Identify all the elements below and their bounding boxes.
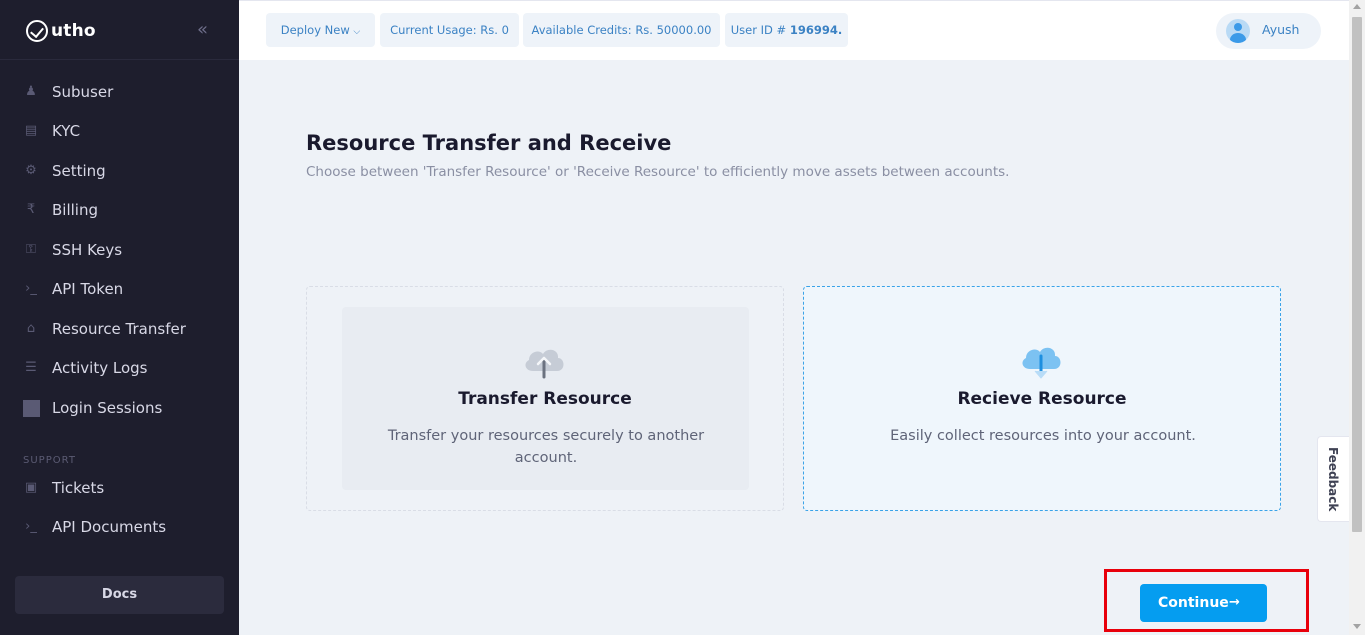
sidebar-item-label: Subuser xyxy=(52,83,114,101)
transfer-resource-title: Transfer Resource xyxy=(458,389,632,409)
transfer-resource-option[interactable]: Transfer Resource Transfer your resource… xyxy=(306,286,784,511)
divider xyxy=(0,59,239,60)
key-icon: ⚿ xyxy=(26,242,36,257)
sidebar-item-login-sessions[interactable]: Login Sessions xyxy=(0,392,239,424)
ticket-icon: ▣ xyxy=(24,480,38,495)
sidebar-item-billing[interactable]: ₹ Billing xyxy=(0,194,239,226)
feedback-label: Feedback xyxy=(1326,447,1340,512)
sidebar-item-label: Activity Logs xyxy=(52,359,148,377)
subuser-icon: ♟ xyxy=(25,84,37,99)
collapse-sidebar-icon[interactable]: « xyxy=(197,19,215,41)
avatar xyxy=(1226,19,1250,43)
support-section-label: SUPPORT xyxy=(23,455,76,466)
transfer-resource-description: Transfer your resources securely to anot… xyxy=(387,428,705,466)
feedback-tab[interactable]: Feedback xyxy=(1317,436,1349,522)
page-title: Resource Transfer and Receive xyxy=(306,131,672,155)
terminal-icon: ›_ xyxy=(25,519,37,534)
terminal-icon: ›_ xyxy=(25,281,37,296)
sidebar-item-ssh-keys[interactable]: ⚿ SSH Keys xyxy=(0,234,239,266)
user-id-value: 196994. xyxy=(789,23,843,37)
receive-resource-description: Easily collect resources into your accou… xyxy=(890,428,1196,444)
sidebar: utho « ♟ Subuser ▤ KYC ⚙ Setting ₹ Billi… xyxy=(0,0,239,635)
continue-button[interactable]: Continue → xyxy=(1140,584,1267,622)
logo-check-icon xyxy=(26,20,48,42)
user-id-badge: User ID # 196994. xyxy=(725,13,848,47)
top-bar: Deploy New ⌵ Current Usage: Rs. 0 Availa… xyxy=(239,0,1349,60)
kyc-icon: ▤ xyxy=(24,123,38,138)
sidebar-item-label: KYC xyxy=(52,122,81,140)
rupee-icon: ₹ xyxy=(26,202,36,217)
sidebar-item-label: Tickets xyxy=(52,479,105,497)
scrollbar-thumb[interactable] xyxy=(1352,17,1362,532)
chevron-down-icon: ⌵ xyxy=(353,27,361,37)
brand-name: utho xyxy=(51,21,96,41)
cloud-download-icon xyxy=(1022,347,1061,379)
sidebar-item-label: Resource Transfer xyxy=(52,320,186,338)
page-subtitle: Choose between 'Transfer Resource' or 'R… xyxy=(306,164,1010,180)
sidebar-item-activity-logs[interactable]: ☰ Activity Logs xyxy=(0,352,239,384)
sidebar-item-kyc[interactable]: ▤ KYC xyxy=(0,115,239,147)
sidebar-item-setting[interactable]: ⚙ Setting xyxy=(0,155,239,187)
scroll-up-arrow-icon[interactable] xyxy=(1353,4,1361,9)
scroll-down-arrow-icon[interactable] xyxy=(1353,624,1361,629)
sidebar-item-label: SSH Keys xyxy=(52,241,123,259)
sidebar-item-label: Login Sessions xyxy=(52,399,163,417)
sidebar-item-api-documents[interactable]: ›_ API Documents xyxy=(0,511,239,543)
deploy-new-dropdown[interactable]: Deploy New ⌵ xyxy=(266,13,375,47)
sidebar-item-label: API Documents xyxy=(52,518,167,536)
brand-logo[interactable]: utho xyxy=(26,18,96,44)
gear-icon: ⚙ xyxy=(25,163,37,178)
sidebar-item-api-token[interactable]: ›_ API Token xyxy=(0,273,239,305)
sidebar-item-label: API Token xyxy=(52,280,124,298)
docs-button[interactable]: Docs xyxy=(15,576,224,614)
user-id-prefix: User ID # xyxy=(730,23,790,37)
sidebar-item-subuser[interactable]: ♟ Subuser xyxy=(0,76,239,108)
continue-label: Continue xyxy=(1158,595,1229,611)
current-usage-badge: Current Usage: Rs. 0 xyxy=(380,13,519,47)
deploy-new-label: Deploy New xyxy=(280,23,350,37)
user-name: Ayush xyxy=(1262,22,1300,37)
sliders-icon: ☰ xyxy=(25,360,37,375)
sidebar-item-resource-transfer[interactable]: ⌂ Resource Transfer xyxy=(0,313,239,345)
cloud-upload-icon xyxy=(525,349,564,379)
sidebar-item-tickets[interactable]: ▣ Tickets xyxy=(0,472,239,504)
arrow-right-icon: → xyxy=(1229,595,1240,610)
sidebar-item-label: Setting xyxy=(52,162,106,180)
receive-resource-option[interactable]: Recieve Resource Easily collect resource… xyxy=(803,286,1281,511)
receive-resource-title: Recieve Resource xyxy=(957,389,1127,409)
sidebar-item-label: Billing xyxy=(52,201,98,219)
page-scrollbar[interactable] xyxy=(1349,0,1365,635)
transfer-icon: ⌂ xyxy=(26,321,36,336)
available-credits-badge: Available Credits: Rs. 50000.00 xyxy=(523,13,720,47)
session-icon xyxy=(23,399,40,417)
user-menu[interactable]: Ayush xyxy=(1216,13,1321,49)
